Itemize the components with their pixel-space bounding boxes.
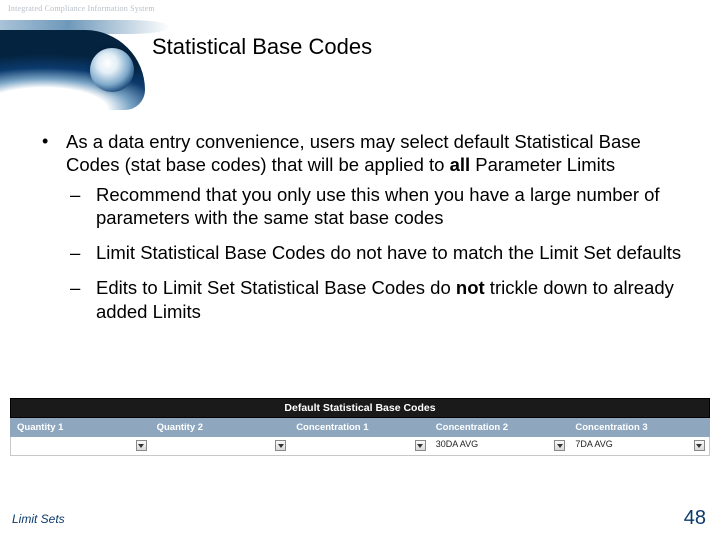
slide-title: Statistical Base Codes bbox=[152, 34, 372, 60]
bullet-text-b: Parameter Limits bbox=[470, 154, 615, 175]
chevron-down-icon[interactable] bbox=[275, 440, 286, 451]
page-number: 48 bbox=[684, 507, 706, 530]
table-header-row: Quantity 1 Quantity 2 Concentration 1 Co… bbox=[10, 418, 710, 437]
sub-bullet-1: Recommend that you only use this when yo… bbox=[66, 183, 690, 230]
table-row: 30DA AVG 7DA AVG bbox=[10, 437, 710, 456]
sub3-a: Edits to Limit Set Statistical Base Code… bbox=[96, 277, 456, 298]
col-header-quantity1: Quantity 1 bbox=[11, 418, 151, 437]
col-header-quantity2: Quantity 2 bbox=[151, 418, 291, 437]
cell-quantity2[interactable] bbox=[151, 437, 291, 455]
chevron-down-icon[interactable] bbox=[136, 440, 147, 451]
slide-header: Integrated Compliance Information System… bbox=[0, 0, 720, 100]
bullet-main: As a data entry convenience, users may s… bbox=[38, 130, 690, 323]
col-header-concentration3: Concentration 3 bbox=[569, 418, 709, 437]
chevron-down-icon[interactable] bbox=[415, 440, 426, 451]
cell-concentration3[interactable]: 7DA AVG bbox=[569, 437, 709, 455]
sub-bullet-3: Edits to Limit Set Statistical Base Code… bbox=[66, 276, 690, 323]
chevron-down-icon[interactable] bbox=[554, 440, 565, 451]
default-stat-codes-table: Default Statistical Base Codes Quantity … bbox=[10, 398, 710, 456]
cell-concentration2[interactable]: 30DA AVG bbox=[430, 437, 570, 455]
sub3-bold: not bbox=[456, 277, 485, 298]
sub-bullet-2: Limit Statistical Base Codes do not have… bbox=[66, 241, 690, 264]
col-header-concentration2: Concentration 2 bbox=[430, 418, 570, 437]
col-header-concentration1: Concentration 1 bbox=[290, 418, 430, 437]
chevron-down-icon[interactable] bbox=[694, 440, 705, 451]
cell-value: 7DA AVG bbox=[575, 439, 612, 449]
footer-section-label: Limit Sets bbox=[12, 512, 65, 526]
bullet-text-bold: all bbox=[450, 154, 471, 175]
system-label: Integrated Compliance Information System bbox=[8, 4, 155, 13]
cell-value: 30DA AVG bbox=[436, 439, 478, 449]
cell-quantity1[interactable] bbox=[11, 437, 151, 455]
epa-seal-icon bbox=[90, 48, 134, 92]
slide-body: As a data entry convenience, users may s… bbox=[38, 130, 690, 335]
table-title: Default Statistical Base Codes bbox=[10, 398, 710, 418]
cell-concentration1[interactable] bbox=[290, 437, 430, 455]
